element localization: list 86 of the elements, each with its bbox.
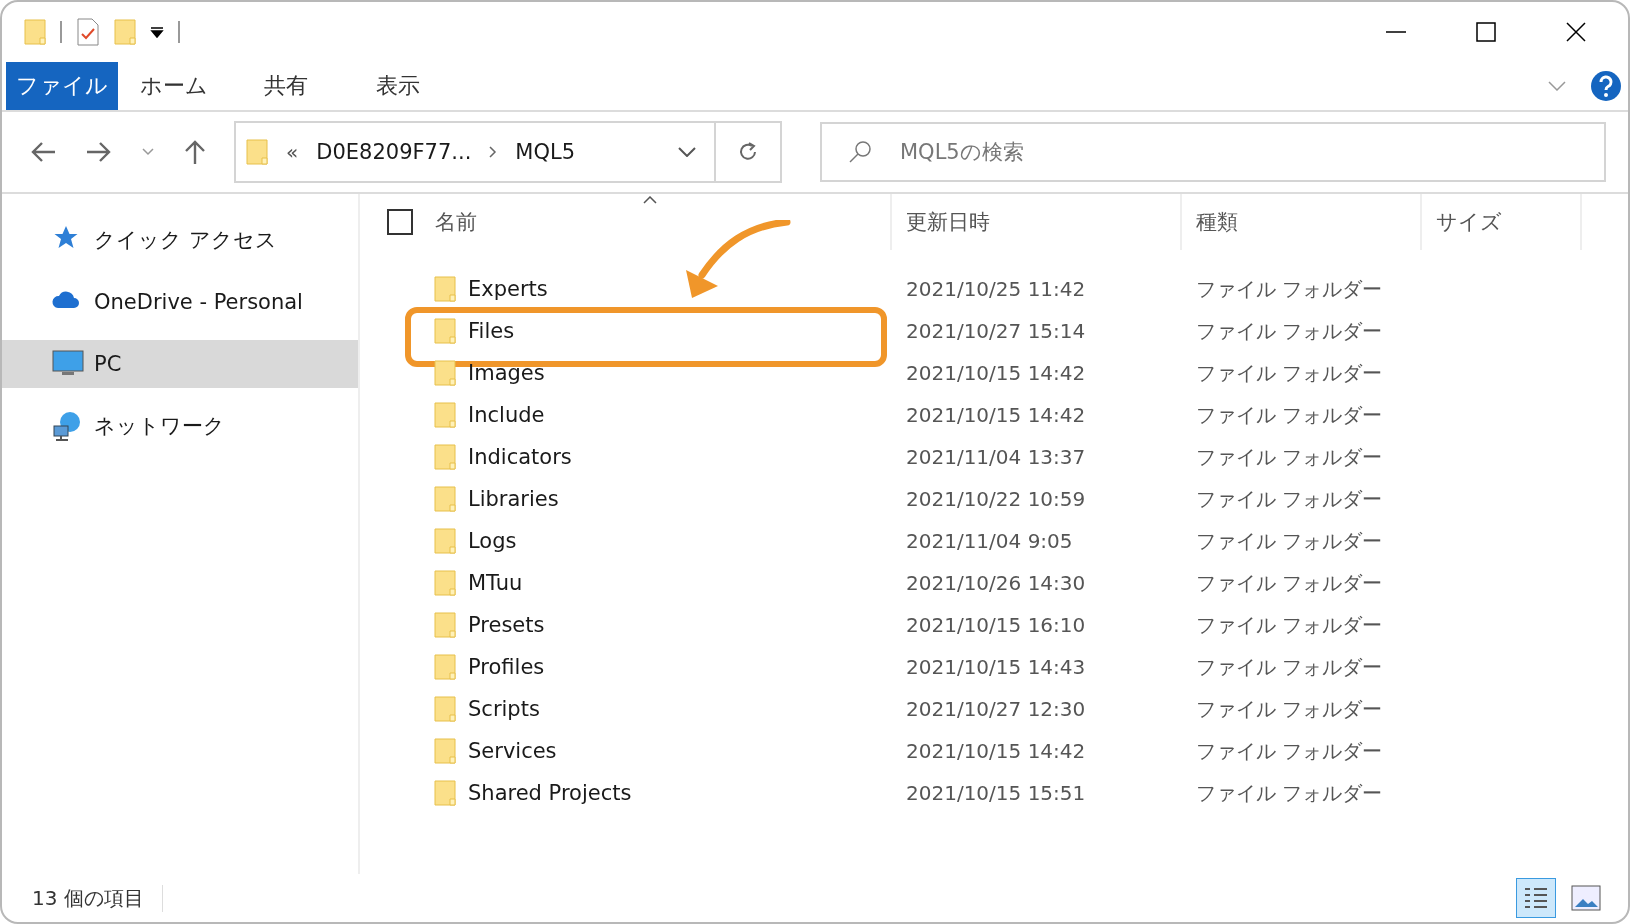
folder-icon bbox=[434, 737, 456, 765]
maximize-icon[interactable] bbox=[1476, 22, 1496, 42]
folder-icon bbox=[434, 569, 456, 597]
file-name[interactable]: Files bbox=[468, 319, 515, 343]
file-type: ファイル フォルダー bbox=[1196, 401, 1383, 429]
modified-date: 2021/10/15 14:42 bbox=[906, 403, 1086, 427]
folder-icon bbox=[434, 401, 456, 429]
folder-icon bbox=[434, 359, 456, 387]
folder-icon bbox=[434, 443, 456, 471]
ribbon-tab[interactable]: ホーム bbox=[118, 62, 230, 110]
nav-item[interactable]: PC bbox=[2, 340, 358, 388]
file-name[interactable]: Images bbox=[468, 361, 545, 385]
item-count: 13 個の項目 bbox=[32, 884, 163, 912]
search-icon bbox=[848, 140, 872, 164]
ribbon-tab[interactable]: ファイル bbox=[6, 62, 118, 110]
file-type: ファイル フォルダー bbox=[1196, 653, 1383, 681]
file-type: ファイル フォルダー bbox=[1196, 359, 1383, 387]
modified-date: 2021/11/04 13:37 bbox=[906, 445, 1086, 469]
search-field[interactable]: MQL5の検索 bbox=[820, 122, 1606, 182]
file-type: ファイル フォルダー bbox=[1196, 611, 1383, 639]
column-header[interactable]: 種類 bbox=[1196, 208, 1238, 236]
address-bar[interactable]: « D0E8209F77... MQL5 bbox=[234, 121, 782, 183]
folder-icon bbox=[246, 138, 268, 166]
folder-icon bbox=[434, 527, 456, 555]
column-header[interactable]: 更新日時 bbox=[906, 208, 990, 236]
modified-date: 2021/10/15 16:10 bbox=[906, 613, 1086, 637]
modified-date: 2021/10/26 14:30 bbox=[906, 571, 1086, 595]
checklist-icon[interactable] bbox=[76, 18, 100, 46]
help-icon[interactable] bbox=[1590, 70, 1622, 102]
nav-item[interactable]: OneDrive - Personal bbox=[2, 278, 358, 326]
column-header[interactable]: 名前 bbox=[435, 208, 477, 236]
modified-date: 2021/10/27 15:14 bbox=[906, 319, 1086, 343]
modified-date: 2021/10/15 15:51 bbox=[906, 781, 1086, 805]
folder-icon bbox=[434, 695, 456, 723]
file-type: ファイル フォルダー bbox=[1196, 527, 1383, 555]
modified-date: 2021/10/15 14:42 bbox=[906, 739, 1086, 763]
file-type: ファイル フォルダー bbox=[1196, 569, 1383, 597]
column-header[interactable]: サイズ bbox=[1436, 208, 1502, 236]
file-type: ファイル フォルダー bbox=[1196, 779, 1383, 807]
file-name[interactable]: Scripts bbox=[468, 697, 540, 721]
file-type: ファイル フォルダー bbox=[1196, 275, 1383, 303]
file-type: ファイル フォルダー bbox=[1196, 317, 1383, 345]
file-type: ファイル フォルダー bbox=[1196, 737, 1383, 765]
folder-icon bbox=[434, 611, 456, 639]
dropdown-icon[interactable] bbox=[150, 26, 164, 38]
file-name[interactable]: MTuu bbox=[468, 571, 523, 595]
modified-date: 2021/10/15 14:43 bbox=[906, 655, 1086, 679]
sort-caret-icon[interactable] bbox=[643, 196, 657, 204]
overflow-chevron[interactable]: « bbox=[286, 140, 299, 164]
breadcrumb-item[interactable]: D0E8209F77... bbox=[316, 140, 472, 164]
file-type: ファイル フォルダー bbox=[1196, 695, 1383, 723]
modified-date: 2021/10/15 14:42 bbox=[906, 361, 1086, 385]
file-name[interactable]: Logs bbox=[468, 529, 517, 553]
modified-date: 2021/10/22 10:59 bbox=[906, 487, 1086, 511]
select-all-checkbox[interactable] bbox=[387, 209, 413, 235]
up-arrow-icon[interactable] bbox=[184, 139, 206, 165]
nav-item[interactable]: ネットワーク bbox=[2, 402, 358, 450]
breadcrumb-item[interactable]: MQL5 bbox=[515, 140, 576, 164]
back-arrow-icon[interactable] bbox=[30, 141, 56, 163]
modified-date: 2021/10/27 12:30 bbox=[906, 697, 1086, 721]
file-type: ファイル フォルダー bbox=[1196, 485, 1383, 513]
modified-date: 2021/11/04 9:05 bbox=[906, 529, 1073, 553]
folder-icon bbox=[434, 275, 456, 303]
folder-icon bbox=[434, 653, 456, 681]
folder-icon bbox=[434, 317, 456, 345]
nav-item[interactable]: クイック アクセス bbox=[2, 216, 358, 264]
file-name[interactable]: Presets bbox=[468, 613, 545, 637]
file-name[interactable]: Include bbox=[468, 403, 545, 427]
file-name[interactable]: Profiles bbox=[468, 655, 545, 679]
breadcrumb-chevron-icon[interactable] bbox=[489, 146, 498, 158]
file-type: ファイル フォルダー bbox=[1196, 443, 1383, 471]
close-icon[interactable] bbox=[1566, 22, 1586, 42]
file-name[interactable]: Experts bbox=[468, 277, 548, 301]
details-view-icon[interactable] bbox=[1516, 878, 1556, 918]
file-name[interactable]: Shared Projects bbox=[468, 781, 632, 805]
file-name[interactable]: Libraries bbox=[468, 487, 559, 511]
refresh-icon[interactable] bbox=[737, 141, 759, 163]
ribbon-tab[interactable]: 表示 bbox=[342, 62, 454, 110]
ribbon-tab[interactable]: 共有 bbox=[230, 62, 342, 110]
forward-arrow-icon[interactable] bbox=[86, 141, 112, 163]
file-name[interactable]: Services bbox=[468, 739, 557, 763]
file-name[interactable]: Indicators bbox=[468, 445, 572, 469]
folder-icon bbox=[434, 485, 456, 513]
chevron-down-icon[interactable] bbox=[678, 147, 696, 157]
modified-date: 2021/10/25 11:42 bbox=[906, 277, 1086, 301]
folder-icon bbox=[434, 779, 456, 807]
